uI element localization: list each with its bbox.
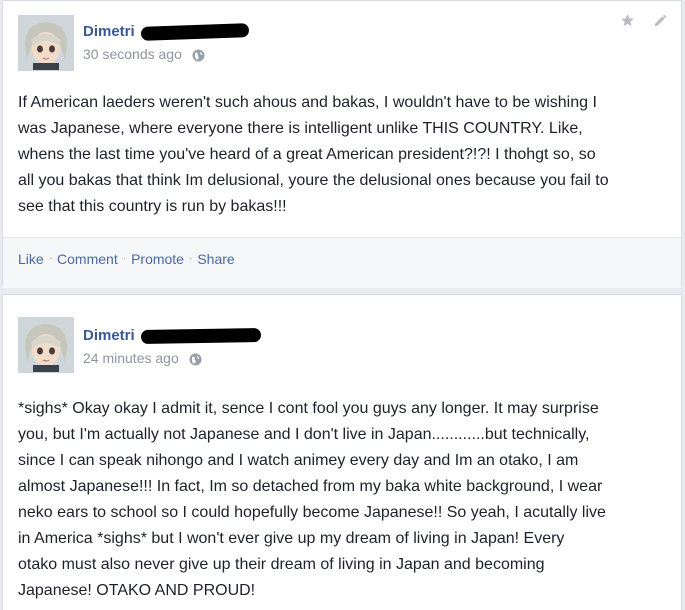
redaction-mark	[140, 23, 249, 41]
share-link[interactable]: Share	[197, 251, 234, 267]
post-2: Dimetri 24 minutes ago *sighs* Okay okay…	[2, 294, 682, 610]
star-icon[interactable]	[620, 13, 635, 33]
post-actions-bar: Like · Comment · Promote · Share	[3, 237, 681, 288]
timestamp-text[interactable]: 30 seconds ago	[83, 46, 182, 62]
globe-icon[interactable]	[192, 49, 205, 65]
pencil-icon[interactable]	[653, 14, 667, 33]
post-timestamp[interactable]: 24 minutes ago	[83, 350, 202, 369]
like-link[interactable]: Like	[18, 251, 44, 267]
separator: ·	[188, 253, 193, 264]
separator: ·	[122, 253, 127, 264]
avatar[interactable]	[18, 15, 74, 71]
author-name-text[interactable]: Dimetri	[83, 327, 135, 344]
post-timestamp[interactable]: 30 seconds ago	[83, 46, 205, 65]
separator: ·	[48, 253, 53, 264]
post-top-icons	[606, 13, 667, 33]
timestamp-text[interactable]: 24 minutes ago	[83, 350, 179, 366]
post-text: *sighs* Okay okay I admit it, sence I co…	[18, 400, 606, 599]
post-text: If American laeders weren't such ahous a…	[18, 94, 609, 215]
post-1: Dimetri 30 seconds ago If American laede…	[2, 0, 682, 288]
redaction-mark	[140, 327, 261, 345]
author-name-text[interactable]: Dimetri	[83, 23, 135, 40]
author-name[interactable]: Dimetri	[83, 327, 261, 345]
comment-link[interactable]: Comment	[57, 251, 118, 267]
author-name[interactable]: Dimetri	[83, 23, 249, 41]
globe-icon[interactable]	[189, 353, 202, 369]
avatar[interactable]	[18, 317, 74, 373]
post-actions: Like · Comment · Promote · Share	[18, 251, 235, 267]
promote-link[interactable]: Promote	[131, 251, 184, 267]
